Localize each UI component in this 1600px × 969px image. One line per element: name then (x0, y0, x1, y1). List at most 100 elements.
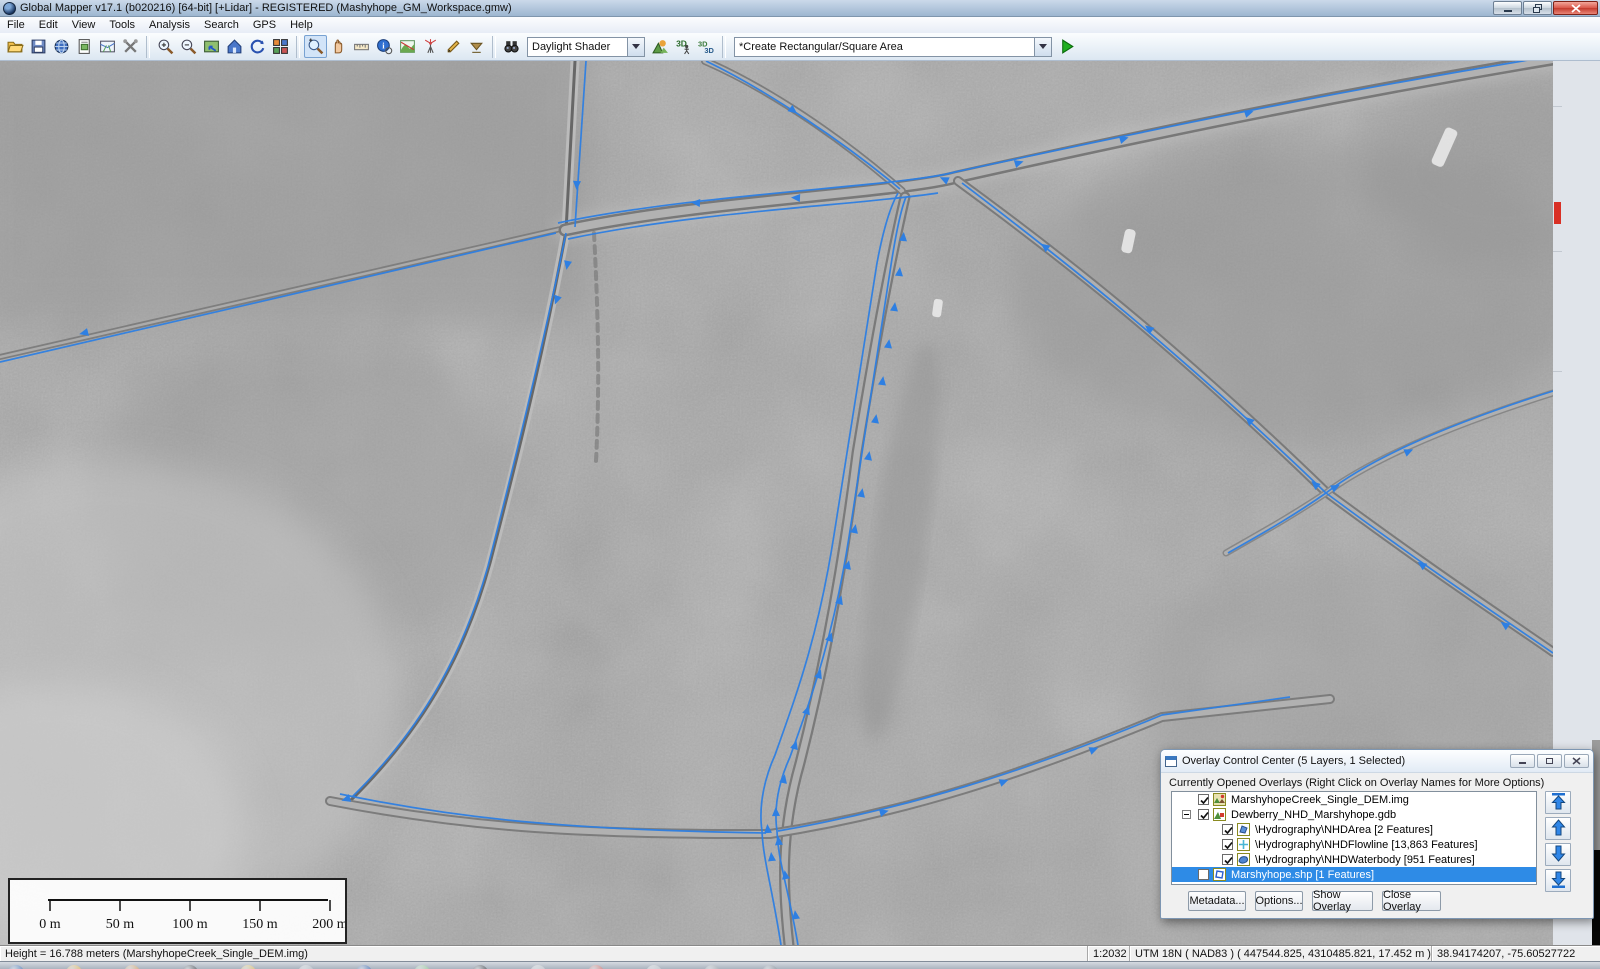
export-icon[interactable] (73, 35, 96, 58)
chevron-down-icon[interactable] (627, 38, 644, 56)
shader-combo[interactable]: Daylight Shader (527, 37, 645, 57)
menu-help[interactable]: Help (283, 18, 320, 32)
taskbar-app-icon[interactable] (356, 965, 372, 969)
digitizer-icon[interactable] (442, 35, 465, 58)
zoom-in-icon[interactable] (154, 35, 177, 58)
run-icon[interactable] (1056, 35, 1079, 58)
feature-info-icon[interactable]: i (373, 35, 396, 58)
menu-tools[interactable]: Tools (102, 18, 142, 32)
menu-search[interactable]: Search (197, 18, 246, 32)
menu-edit[interactable]: Edit (32, 18, 65, 32)
taskbar-app-icon[interactable] (240, 965, 256, 969)
layer-label: Dewberry_NHD_Marshyhope.gdb (1231, 809, 1396, 821)
online-data-icon[interactable] (50, 35, 73, 58)
taskbar-app-icon[interactable] (530, 965, 546, 969)
dialog-maximize-button[interactable] (1537, 754, 1562, 768)
layer-checkbox[interactable] (1222, 839, 1233, 850)
move-bottom-button[interactable] (1545, 869, 1571, 892)
menu-gps[interactable]: GPS (246, 18, 283, 32)
hillshade-toggle-icon[interactable] (649, 35, 672, 58)
move-up-button[interactable] (1545, 817, 1571, 840)
toolbar-group (4, 35, 142, 58)
dialog-close-button[interactable] (1564, 754, 1589, 768)
map-catalog-icon[interactable] (96, 35, 119, 58)
edge-red-marker (1554, 202, 1561, 224)
metadata-button[interactable]: Metadata... (1188, 891, 1246, 911)
layer-checkbox[interactable] (1222, 854, 1233, 865)
svg-text:0 m: 0 m (39, 917, 61, 932)
windows-taskbar[interactable] (0, 961, 1600, 969)
dialog-minimize-button[interactable] (1510, 754, 1535, 768)
options-button[interactable]: Options... (1255, 891, 1303, 911)
show-overlay-button[interactable]: Show Overlay (1312, 891, 1373, 911)
taskbar-app-icon[interactable] (8, 965, 24, 969)
app-logo-icon (3, 2, 16, 15)
layer-list[interactable]: MarshyhopeCreek_Single_DEM.img Dewberry_N… (1171, 791, 1537, 885)
menu-view[interactable]: View (65, 18, 103, 32)
move-down-icon (1551, 845, 1566, 865)
waterbody-layer-icon (1237, 853, 1250, 866)
configuration-icon[interactable] (119, 35, 142, 58)
walk-3d-icon[interactable]: 3D (672, 35, 695, 58)
taskbar-app-icon[interactable] (646, 965, 662, 969)
redraw-icon[interactable] (246, 35, 269, 58)
layer-checkbox[interactable] (1222, 824, 1233, 835)
shp-layer-icon (1213, 868, 1226, 881)
close-button[interactable] (1553, 1, 1598, 15)
dialog-title-bar[interactable]: Overlay Control Center (5 Layers, 1 Sele… (1161, 750, 1593, 773)
pan-tool-icon[interactable] (327, 35, 350, 58)
svg-text:100 m: 100 m (172, 917, 208, 932)
taskbar-app-icon[interactable] (298, 965, 314, 969)
restore-button[interactable] (1523, 1, 1552, 15)
taskbar-app-icon[interactable] (182, 965, 198, 969)
minimize-button[interactable] (1493, 1, 1522, 15)
menu-analysis[interactable]: Analysis (142, 18, 197, 32)
layer-row[interactable]: \Hydrography\NHDFlowline [13,863 Feature… (1172, 837, 1536, 852)
taskbar-app-icon[interactable] (472, 965, 488, 969)
layer-row[interactable]: Dewberry_NHD_Marshyhope.gdb (1172, 807, 1536, 822)
status-projection-coords: UTM 18N ( NAD83 ) ( 447544.825, 4310485.… (1130, 946, 1432, 961)
layer-row[interactable]: \Hydrography\NHDArea [2 Features] (1172, 822, 1536, 837)
layer-row[interactable]: Marshyhope.shp [1 Features] (1172, 867, 1536, 882)
zoom-tool-icon[interactable] (304, 35, 327, 58)
taskbar-app-icon[interactable] (588, 965, 604, 969)
status-scale: 1:2032 (1088, 946, 1130, 961)
taskbar-app-icon[interactable] (414, 965, 430, 969)
move-down-button[interactable] (1545, 843, 1571, 866)
layer-checkbox[interactable] (1198, 809, 1209, 820)
chevron-down-icon[interactable] (1034, 38, 1051, 56)
fill-dropdown-icon[interactable] (465, 35, 488, 58)
menu-file[interactable]: File (0, 18, 32, 32)
layer-checkbox[interactable] (1198, 869, 1209, 880)
status-bar: Height = 16.788 meters (MarshyhopeCreek_… (0, 945, 1600, 961)
map-views-icon[interactable] (269, 35, 292, 58)
taskbar-app-icon[interactable] (124, 965, 140, 969)
path-profile-icon[interactable] (396, 35, 419, 58)
save-icon[interactable] (27, 35, 50, 58)
view-3d-icon[interactable]: 3D3D (695, 35, 718, 58)
layer-row[interactable]: \Hydrography\NHDWaterbody [951 Features] (1172, 852, 1536, 867)
toolbar-group: 3D3D3D (649, 35, 718, 58)
home-view-icon[interactable] (223, 35, 246, 58)
svg-text:150 m: 150 m (242, 917, 278, 932)
close-overlay-button[interactable]: Close Overlay (1382, 891, 1441, 911)
toolbar-group (154, 35, 292, 58)
dialog-icon (1165, 756, 1177, 767)
dialog-title: Overlay Control Center (5 Layers, 1 Sele… (1182, 755, 1405, 767)
search-icon[interactable] (500, 35, 523, 58)
move-top-icon (1551, 793, 1566, 813)
layer-row[interactable]: MarshyhopeCreek_Single_DEM.img (1172, 792, 1536, 807)
taskbar-app-icon[interactable] (762, 965, 778, 969)
open-file-icon[interactable] (4, 35, 27, 58)
full-extent-icon[interactable] (200, 35, 223, 58)
tree-collapse-icon[interactable] (1182, 810, 1191, 819)
zoom-out-icon[interactable] (177, 35, 200, 58)
measure-icon[interactable] (350, 35, 373, 58)
taskbar-app-icon[interactable] (704, 965, 720, 969)
taskbar-app-icon[interactable] (66, 965, 82, 969)
digitizer-combo[interactable]: *Create Rectangular/Square Area (734, 37, 1052, 57)
layer-checkbox[interactable] (1198, 794, 1209, 805)
layer-order-buttons (1545, 791, 1571, 895)
view-shed-icon[interactable] (419, 35, 442, 58)
move-top-button[interactable] (1545, 791, 1571, 814)
